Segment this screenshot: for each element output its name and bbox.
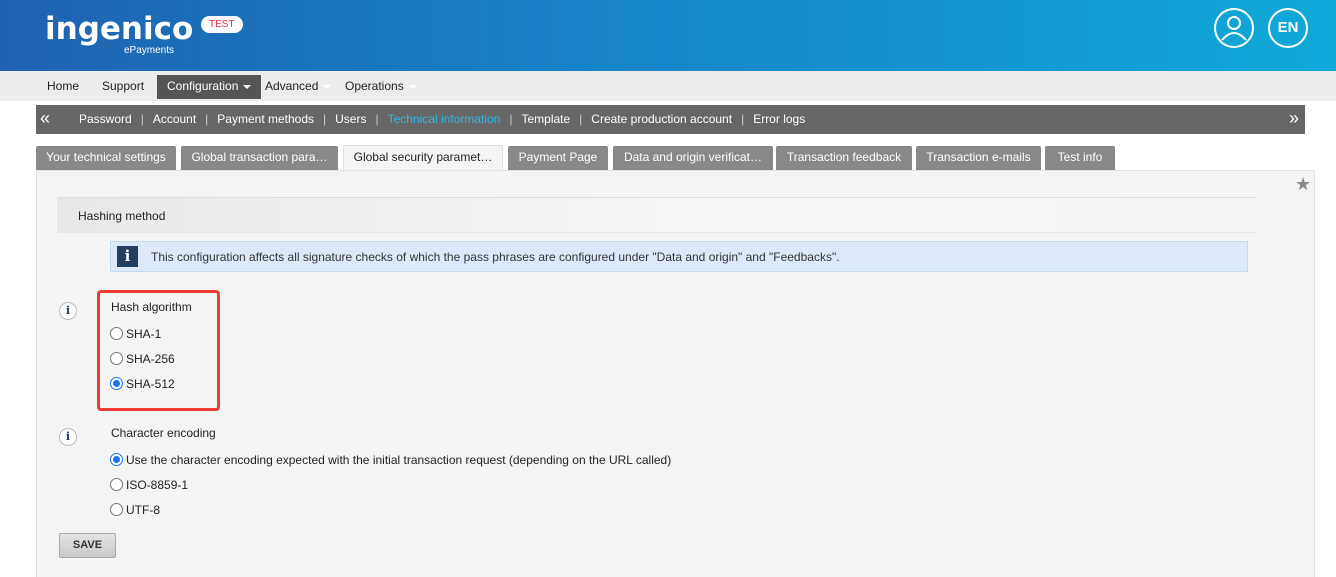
topnav-label: Support [102,79,145,93]
scroll-left-icon[interactable]: « [40,108,50,128]
encoding-help-icon[interactable]: i [59,428,77,446]
topnav-item-home[interactable]: Home [37,75,89,99]
subnav-separator: | [741,112,745,126]
star-icon[interactable]: ★ [1295,174,1311,195]
tab-your-technical-settings[interactable]: Your technical settings [36,146,176,170]
subnav-item-create-production-account[interactable]: Create production account [591,112,732,126]
subnav-separator: | [579,112,583,126]
info-banner: i This configuration affects all signatu… [110,241,1248,272]
save-button[interactable]: SAVE [59,533,116,558]
user-circle-icon[interactable] [1214,8,1254,48]
subnav-item-password[interactable]: Password [79,112,132,126]
user-glyph-icon [1221,16,1247,41]
env-badge: TEST [201,16,243,33]
topnav-item-configuration[interactable]: Configuration [157,75,262,99]
tab-payment-page[interactable]: Payment Page [508,146,608,170]
radio-button[interactable] [110,478,123,491]
subnav-item-users[interactable]: Users [335,112,366,126]
chevron-down-icon [408,84,417,89]
subnav-separator: | [375,112,379,126]
subnav-separator: | [140,112,144,126]
radio-label: Use the character encoding expected with… [126,453,672,467]
subnav-separator: | [323,112,327,126]
radio-button[interactable] [110,503,123,516]
subnav-item-payment-methods[interactable]: Payment methods [217,112,314,126]
chevron-down-icon [323,84,332,89]
section-title: Hashing method [78,209,166,223]
tab-transaction-emails[interactable]: Transaction e-mails [916,146,1041,170]
subnav-item-account[interactable]: Account [153,112,196,126]
app-header: ingenico ePayments TEST EN [0,0,1336,71]
encoding-option-utf-8[interactable]: UTF-8 [110,502,160,518]
topnav-label: Operations [345,79,404,93]
topnav-label: Advanced [265,79,319,93]
ingenico-logo[interactable]: ingenico ePayments [45,11,194,56]
radio-label: ISO-8859-1 [126,478,189,492]
subnav-items: Password | Account | Payment methods | Users | T… [79,112,805,126]
topnav-label: Configuration [167,79,239,93]
tab-transaction-feedback[interactable]: Transaction feedback [776,146,912,170]
scroll-right-icon[interactable]: » [1289,108,1299,128]
sub-navigation: « Password | Account | Payment methods | Users… [36,105,1305,134]
settings-panel: ★ Hashing method i This configuration af… [36,170,1315,577]
topnav-label: Home [47,79,80,93]
subnav-separator: | [509,112,513,126]
topnav-item-support[interactable]: Support [92,75,154,99]
encoding-option-default[interactable]: Use the character encoding expected with… [110,452,671,468]
character-encoding-label: Character encoding [111,426,216,440]
topnav-item-advanced[interactable]: Advanced [255,75,341,99]
hash-help-icon[interactable]: i [59,302,77,320]
topnav-item-operations[interactable]: Operations [335,75,427,99]
subnav-separator: | [205,112,209,126]
radio-button-selected[interactable] [110,453,123,466]
logo-wordmark: ingenico [45,11,194,47]
tab-test-info[interactable]: Test info [1045,146,1115,170]
chevron-down-icon [243,84,252,89]
tab-global-security-parameters[interactable]: Global security paramet… [343,145,503,171]
encoding-option-iso-8859-1[interactable]: ISO-8859-1 [110,477,188,493]
subnav-item-technical-information[interactable]: Technical information [388,112,501,126]
top-navigation: Home Support Configuration Advanced Oper… [0,71,1336,101]
subnav-item-error-logs[interactable]: Error logs [753,112,805,126]
language-switcher[interactable]: EN [1268,8,1308,48]
highlight-annotation [97,290,220,411]
tab-global-transaction-parameters[interactable]: Global transaction para… [181,146,338,170]
section-header: Hashing method [57,197,1257,233]
info-message: This configuration affects all signature… [151,250,840,264]
tab-data-and-origin-verification[interactable]: Data and origin verificat… [613,146,773,170]
info-icon: i [117,246,138,267]
subnav-item-template[interactable]: Template [521,112,570,126]
radio-label: UTF-8 [126,503,160,517]
logo-subtitle: ePayments [124,45,175,56]
